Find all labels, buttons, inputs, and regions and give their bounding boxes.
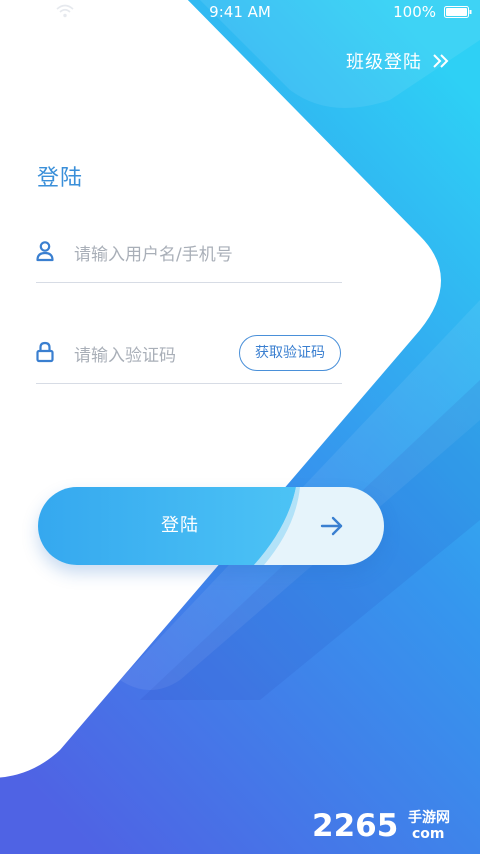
login-button-label: 登陆 (161, 515, 199, 536)
status-bar: 9:41 AM 100% (0, 0, 480, 24)
battery-percentage: 100% (393, 3, 436, 21)
verification-code-field: 获取验证码 (36, 335, 342, 384)
login-button[interactable]: 登陆 (38, 487, 384, 565)
class-login-link[interactable]: 班级登陆 (346, 48, 450, 74)
svg-text:com: com (412, 826, 445, 842)
verification-code-input[interactable] (72, 337, 266, 375)
battery-icon (444, 6, 472, 18)
lock-icon (36, 341, 54, 363)
svg-text:手游网: 手游网 (408, 809, 450, 826)
username-input[interactable] (72, 236, 336, 274)
class-login-label: 班级登陆 (346, 52, 422, 73)
user-icon (36, 241, 54, 262)
page-title: 登陆 (37, 166, 84, 191)
watermark-logo: 2265 手游网 com (312, 804, 472, 844)
get-code-button[interactable]: 获取验证码 (239, 335, 341, 371)
svg-text:2265: 2265 (312, 808, 398, 842)
username-field (36, 234, 342, 283)
double-chevron-right-icon (433, 54, 449, 68)
arrow-right-icon (320, 516, 343, 536)
site-logo-2265: 2265 手游网 com (312, 808, 450, 842)
login-screen: 9:41 AM 100% 班级登陆 登陆 获取验证码 (0, 0, 480, 854)
background-graphic (0, 0, 480, 854)
